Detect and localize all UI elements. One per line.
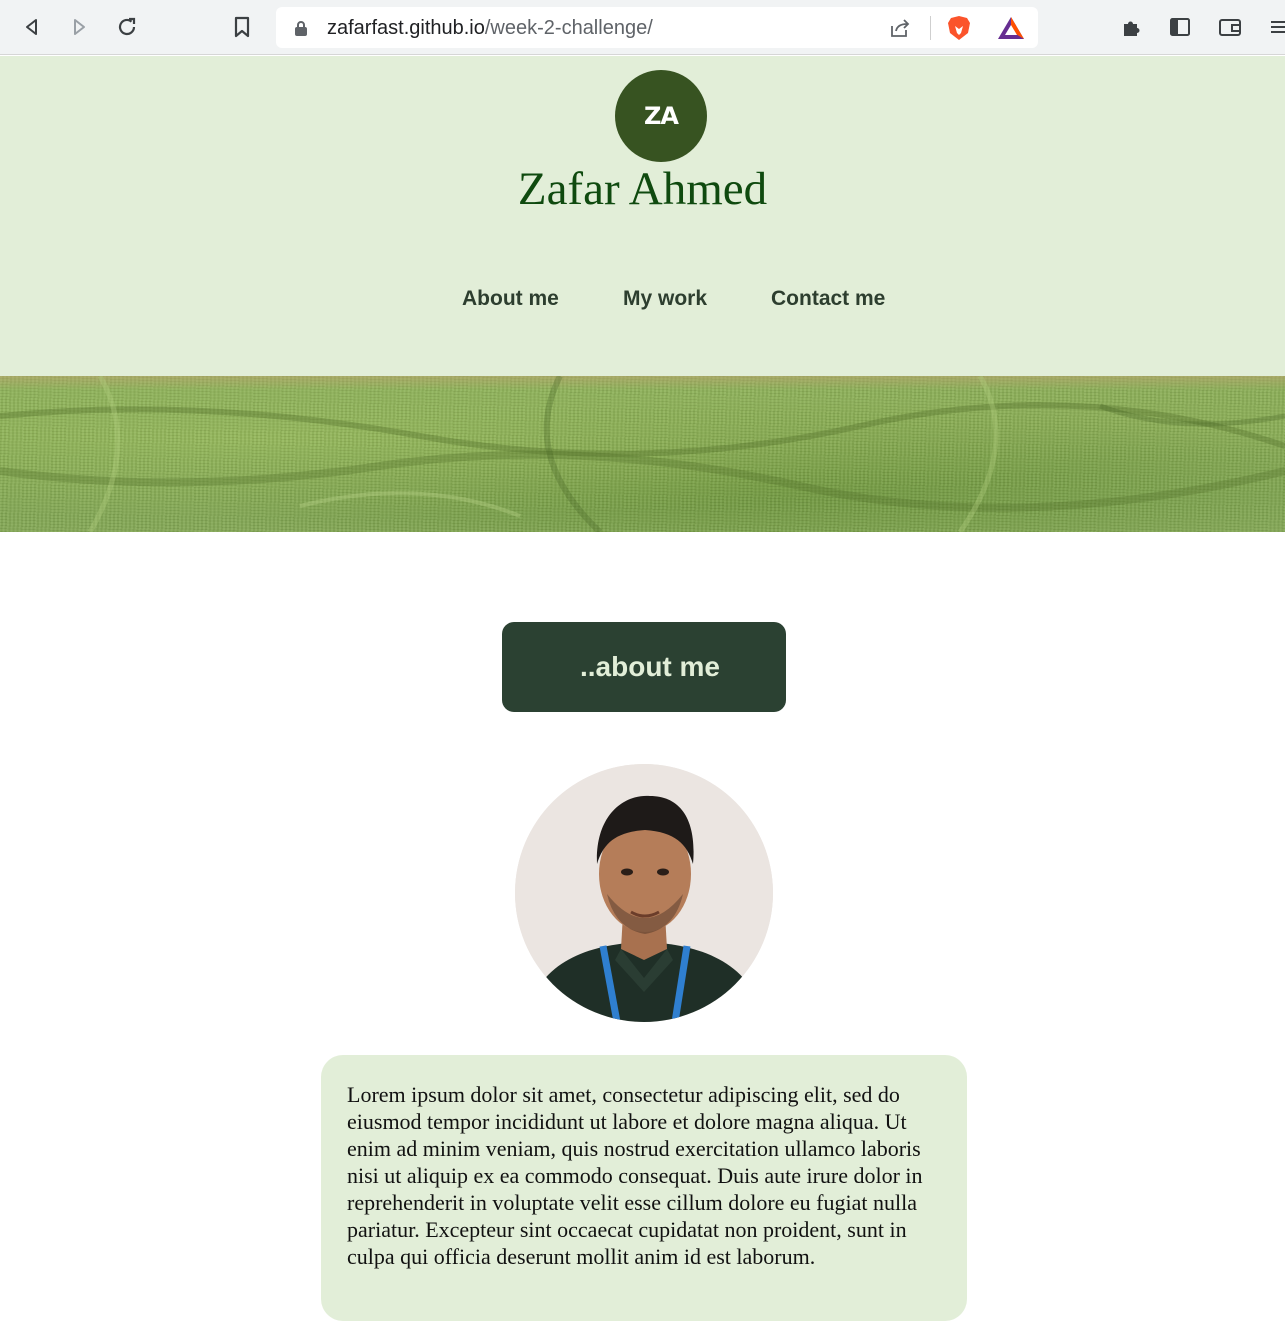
url-text: zafarfast.github.io/week-2-challenge/ bbox=[327, 17, 653, 40]
menu-icon[interactable] bbox=[1265, 12, 1285, 42]
about-me-paragraph: Lorem ipsum dolor sit amet, consectetur … bbox=[347, 1082, 923, 1269]
site-header: ZA Zafar Ahmed About me My work Contact … bbox=[0, 56, 1285, 376]
site-title: Zafar Ahmed bbox=[517, 163, 768, 215]
share-icon[interactable] bbox=[888, 16, 912, 45]
url-host: zafarfast.github.io bbox=[327, 17, 485, 39]
bookmark-icon[interactable] bbox=[227, 12, 257, 42]
forward-icon[interactable] bbox=[64, 12, 94, 42]
profile-photo bbox=[515, 764, 773, 1022]
nav-link-my-work[interactable]: My work bbox=[623, 287, 707, 311]
reload-icon[interactable] bbox=[112, 12, 142, 42]
logo[interactable]: ZA bbox=[615, 70, 707, 162]
about-me-card: Lorem ipsum dolor sit amet, consectetur … bbox=[321, 1055, 967, 1321]
fabric-wrinkles bbox=[0, 376, 1285, 532]
brave-rewards-icon[interactable] bbox=[996, 14, 1026, 47]
browser-toolbar: zafarfast.github.io/week-2-challenge/ bbox=[0, 0, 1285, 55]
main-nav: About me My work Contact me bbox=[0, 287, 1285, 317]
brave-shields-icon[interactable] bbox=[946, 14, 972, 47]
address-bar[interactable]: zafarfast.github.io/week-2-challenge/ bbox=[276, 7, 1038, 48]
wallet-icon[interactable] bbox=[1215, 12, 1245, 42]
url-path: /week-2-challenge/ bbox=[484, 17, 653, 39]
address-separator bbox=[930, 16, 931, 40]
lock-icon bbox=[294, 20, 308, 42]
extensions-icon[interactable] bbox=[1117, 12, 1147, 42]
hero-banner-image bbox=[0, 376, 1285, 532]
nav-link-contact-me[interactable]: Contact me bbox=[771, 287, 885, 311]
about-me-heading: ..about me bbox=[502, 622, 786, 712]
nav-link-about-me[interactable]: About me bbox=[462, 287, 559, 311]
sidebar-icon[interactable] bbox=[1165, 12, 1195, 42]
back-icon[interactable] bbox=[17, 12, 47, 42]
